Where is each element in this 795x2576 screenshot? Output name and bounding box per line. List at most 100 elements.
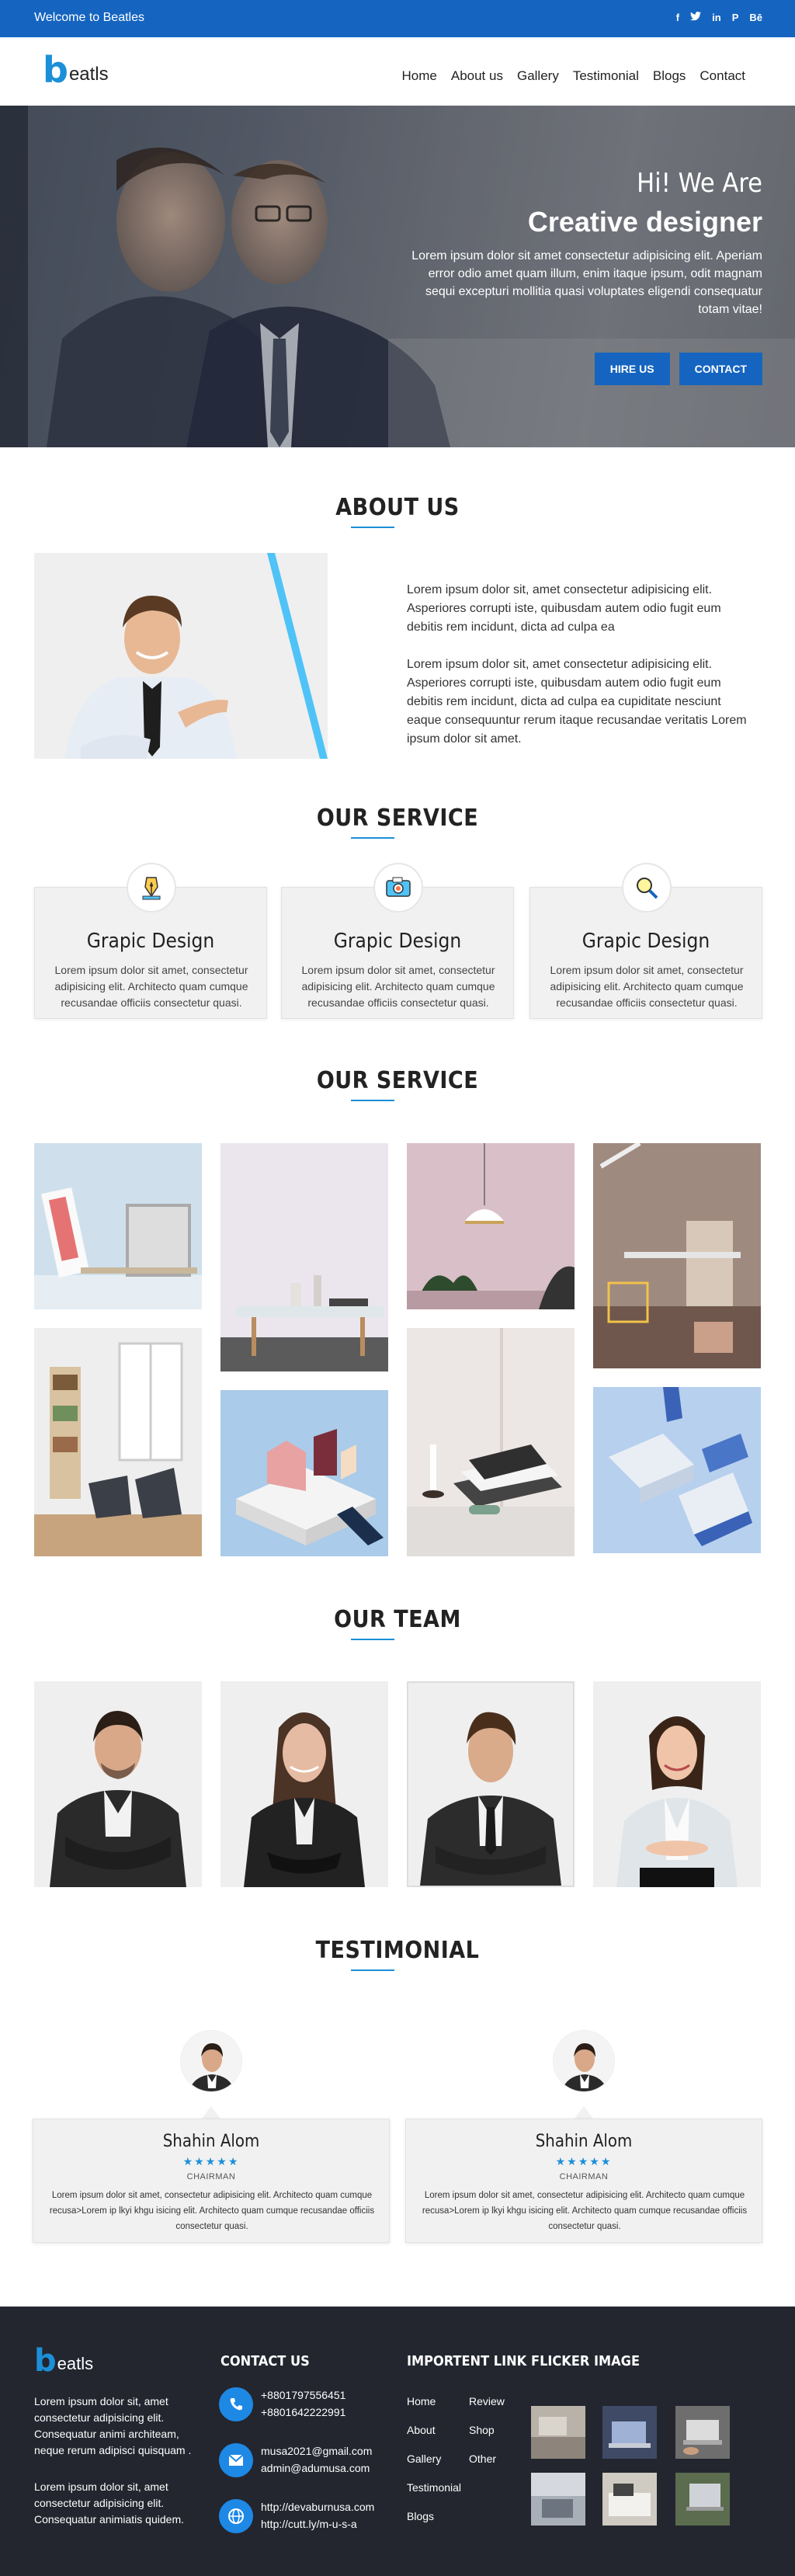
gallery-image[interactable] [220, 1143, 388, 1371]
behance-icon[interactable]: Bē [749, 12, 762, 23]
footer-link-review[interactable]: Review [469, 2395, 505, 2407]
service-title: OUR SERVICE [316, 805, 479, 832]
gallery-title: OUR SERVICE [316, 1067, 479, 1094]
hero-buttons: HIRE US CONTACT [594, 353, 762, 385]
testimonial-pointer [575, 2106, 593, 2119]
service-card-text: Lorem ipsum dolor sit amet, consectetur … [550, 964, 744, 1009]
logo-mark: b [43, 49, 68, 91]
footer-link-blogs[interactable]: Blogs [407, 2510, 434, 2522]
team-member-photo[interactable] [220, 1681, 388, 1887]
testimonial-role: CHAIRMAN [186, 2172, 236, 2181]
avatar [180, 2030, 242, 2092]
phone-1[interactable]: +8801797556451 [261, 2387, 345, 2404]
team-member-photo[interactable] [34, 1681, 202, 1887]
about-text: Lorem ipsum dolor sit, amet consectetur … [407, 581, 748, 767]
footer-logo[interactable]: b eatls [34, 2343, 93, 2379]
footer-about-1: Lorem ipsum dolor sit, amet consectetur … [34, 2395, 192, 2456]
testimonial-pointer [202, 2106, 220, 2119]
flicker-thumbnail[interactable] [675, 2473, 730, 2526]
service-card[interactable]: Grapic Design Lorem ipsum dolor sit amet… [281, 863, 514, 1019]
gallery-image[interactable] [407, 1328, 575, 1556]
about-paragraph-1: Lorem ipsum dolor sit, amet consectetur … [407, 583, 721, 634]
gallery-image[interactable] [34, 1143, 202, 1309]
magnifier-icon [622, 863, 672, 913]
gallery-image[interactable] [593, 1143, 761, 1368]
hero-description: Lorem ipsum dolor sit amet consectetur a… [411, 249, 762, 316]
footer-about-2: Lorem ipsum dolor sit, amet consectetur … [34, 2480, 184, 2526]
testimonial-text: Lorem ipsum dolor sit amet, consectetur … [49, 2191, 375, 2231]
hero-text: Hi! We Are Creative designer Lorem ipsum… [398, 168, 762, 318]
about-title: ABOUT US [335, 494, 460, 521]
nav-about[interactable]: About us [451, 68, 503, 84]
nav-blogs[interactable]: Blogs [653, 68, 686, 84]
camera-icon [373, 863, 423, 913]
testimonial-title-underline [351, 1969, 394, 1971]
service-card-text: Lorem ipsum dolor sit amet, consectetur … [54, 964, 248, 1009]
gallery-image[interactable] [220, 1390, 388, 1556]
globe-icon [219, 2499, 253, 2533]
welcome-text: Welcome to Beatles [34, 11, 144, 24]
gallery-image[interactable] [34, 1328, 202, 1556]
flicker-thumbnail[interactable] [602, 2473, 657, 2526]
testimonial-card: Shahin Alom ★★★★★ CHAIRMAN Lorem ipsum d… [33, 2119, 390, 2243]
nav-gallery[interactable]: Gallery [517, 68, 559, 84]
testimonial-name: Shahin Alom [162, 2132, 260, 2151]
testimonial-text: Lorem ipsum dolor sit amet, consectetur … [422, 2191, 748, 2231]
footer-link-testimonial[interactable]: Testimonial [407, 2481, 461, 2494]
footer-link-home[interactable]: Home [407, 2395, 436, 2407]
twitter-icon[interactable] [690, 12, 702, 23]
contact-button[interactable]: CONTACT [679, 353, 762, 385]
flicker-thumbnail[interactable] [531, 2406, 585, 2459]
hero-left-shade [0, 106, 28, 447]
service-card[interactable]: Grapic Design Lorem ipsum dolor sit amet… [529, 863, 762, 1019]
service-card-title: Grapic Design [333, 930, 462, 953]
logo[interactable]: b eatls [43, 49, 109, 91]
pinterest-icon[interactable]: P [732, 12, 739, 23]
hero-banner: Hi! We Are Creative designer Lorem ipsum… [0, 106, 795, 447]
top-bar: Welcome to Beatles f in P Bē [0, 0, 795, 37]
testimonial-name: Shahin Alom [535, 2132, 633, 2151]
footer-link-gallery[interactable]: Gallery [407, 2453, 441, 2465]
phone-icon [219, 2387, 253, 2421]
flicker-thumbnail[interactable] [602, 2406, 657, 2459]
service-card-title: Grapic Design [86, 930, 215, 953]
email-icon [219, 2443, 253, 2477]
avatar [553, 2030, 615, 2092]
footer: b eatls Lorem ipsum dolor sit, amet cons… [0, 2307, 795, 2576]
about-paragraph-2: Lorem ipsum dolor sit, amet consectetur … [407, 658, 747, 746]
rating-stars: ★★★★★ [555, 2155, 613, 2168]
website-2[interactable]: http://cutt.ly/m-u-s-a [261, 2516, 357, 2533]
links-heading: IMPORTENT LINK [407, 2353, 527, 2369]
email-2[interactable]: admin@adumusa.com [261, 2460, 370, 2477]
logo-mark: b [34, 2343, 57, 2379]
gallery-image[interactable] [593, 1387, 761, 1553]
footer-link-shop[interactable]: Shop [469, 2424, 495, 2436]
hire-us-button[interactable]: HIRE US [594, 353, 670, 385]
logo-text: eatls [68, 64, 109, 85]
header: b eatls Home About us Gallery Testimonia… [0, 37, 795, 106]
website-1[interactable]: http://devaburnusa.com [261, 2499, 374, 2515]
flicker-heading: FLICKER IMAGE [531, 2353, 641, 2369]
service-card[interactable]: Grapic Design Lorem ipsum dolor sit amet… [34, 863, 267, 1019]
team-member-photo[interactable] [593, 1681, 761, 1887]
team-member-photo[interactable] [407, 1681, 575, 1887]
flicker-thumbnail[interactable] [675, 2406, 730, 2459]
phone-2[interactable]: +8801642222991 [261, 2404, 345, 2421]
gallery-title-underline [351, 1100, 394, 1101]
testimonial-role: CHAIRMAN [559, 2172, 609, 2181]
pen-nib-icon [127, 863, 176, 913]
service-title-underline [351, 837, 394, 839]
about-title-underline [351, 527, 394, 528]
nav-contact[interactable]: Contact [700, 68, 745, 84]
footer-link-about[interactable]: About [407, 2424, 436, 2436]
nav-testimonial[interactable]: Testimonial [573, 68, 639, 84]
email-1[interactable]: musa2021@gmail.com [261, 2443, 372, 2460]
page: Welcome to Beatles f in P Bē b eatls Hom… [0, 0, 795, 2576]
nav-home[interactable]: Home [402, 68, 437, 84]
gallery-image[interactable] [407, 1143, 575, 1309]
flicker-thumbnail[interactable] [531, 2473, 585, 2526]
hero-line1: Hi! We Are [637, 168, 762, 199]
linkedin-icon[interactable]: in [712, 12, 721, 23]
footer-link-other[interactable]: Other [469, 2453, 496, 2465]
facebook-icon[interactable]: f [676, 12, 679, 23]
